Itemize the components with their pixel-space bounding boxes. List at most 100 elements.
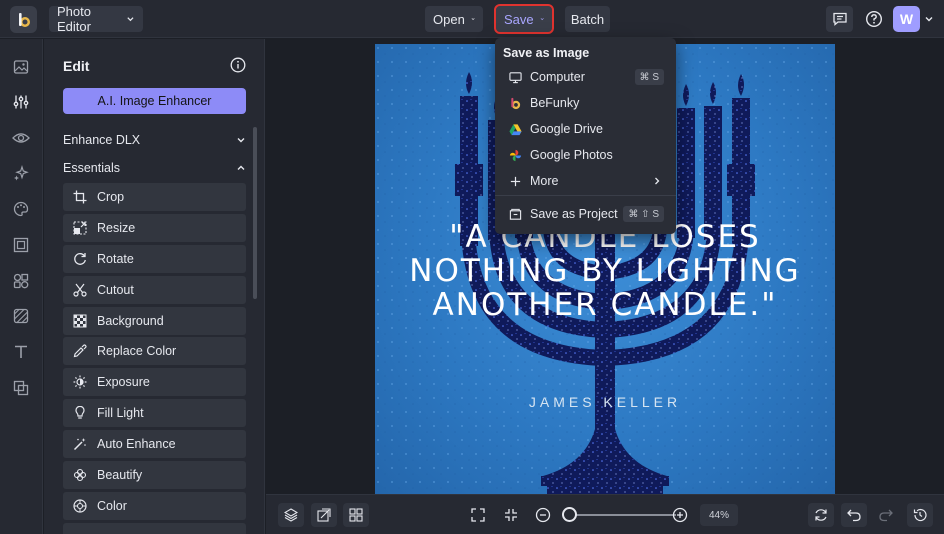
undo-button[interactable]: [841, 503, 867, 527]
save-more-item[interactable]: More: [495, 169, 676, 193]
open-label: Open: [433, 11, 465, 27]
image-manager-icon[interactable]: [11, 57, 31, 77]
save-to-google-drive-item[interactable]: Google Drive: [495, 117, 676, 141]
tool-label: Crop: [97, 190, 125, 204]
app-menu-button[interactable]: Photo Editor: [49, 4, 143, 34]
expand-icon: [471, 508, 485, 522]
tool-background[interactable]: Background: [63, 307, 246, 335]
info-icon[interactable]: [230, 57, 246, 73]
avatar-initial: W: [899, 11, 914, 27]
tool-auto-enhance[interactable]: Auto Enhance: [63, 430, 246, 458]
chevron-down-icon: [471, 18, 475, 21]
overlays-icon[interactable]: [11, 378, 31, 398]
redo-button[interactable]: [873, 503, 899, 527]
chevron-right-icon: [655, 177, 660, 185]
exposure-icon: [73, 375, 87, 389]
reset-button[interactable]: [808, 503, 834, 527]
save-menu: Save as Image Computer ⌘ S BeFunky Googl…: [495, 38, 676, 234]
google-drive-icon: [509, 123, 522, 135]
zoom-level[interactable]: 44%: [700, 504, 738, 526]
tool-label: Exposure: [97, 375, 150, 389]
compare-button[interactable]: [311, 503, 337, 527]
eyedropper-icon: [73, 344, 87, 358]
layers-button[interactable]: [278, 503, 304, 527]
edit-sliders-icon[interactable]: [11, 92, 31, 112]
graphics-shapes-icon[interactable]: [11, 271, 31, 291]
tool-color[interactable]: Color: [63, 492, 246, 520]
save-button[interactable]: Save: [494, 4, 554, 34]
history-icon: [913, 508, 927, 522]
tool-replace-color[interactable]: Replace Color: [63, 337, 246, 365]
tool-partial[interactable]: [63, 523, 246, 534]
fit-to-screen-button[interactable]: [465, 503, 491, 527]
artsy-palette-icon[interactable]: [11, 199, 31, 219]
avatar[interactable]: W: [893, 6, 920, 32]
tool-label: Background: [97, 314, 164, 328]
beautify-icon: [73, 468, 87, 482]
zoom-in-icon: [672, 507, 688, 523]
tool-crop[interactable]: Crop: [63, 183, 246, 211]
color-wheel-icon: [73, 499, 87, 513]
zoom-out-icon: [535, 507, 551, 523]
zoom-out-button[interactable]: [530, 503, 556, 527]
menu-item-label: More: [530, 174, 559, 188]
bottom-toolbar: 44%: [266, 494, 944, 534]
crop-icon: [73, 190, 87, 204]
save-to-google-photos-item[interactable]: Google Photos: [495, 143, 676, 167]
effects-sparkle-icon[interactable]: [11, 163, 31, 183]
layers-icon: [284, 508, 298, 522]
panel-scrollbar[interactable]: [253, 127, 257, 299]
text-icon[interactable]: [11, 342, 31, 362]
compare-icon: [317, 508, 331, 522]
quote-author: JAMES KELLER: [528, 394, 682, 410]
chevron-down-icon: [540, 18, 544, 21]
tool-fill-light[interactable]: Fill Light: [63, 399, 246, 427]
section-essentials[interactable]: Essentials: [63, 161, 246, 175]
magic-wand-icon: [73, 438, 86, 451]
comment-icon: [832, 12, 847, 26]
lightbulb-icon: [75, 406, 85, 419]
cutout-icon: [73, 283, 87, 297]
section-enhance-dlx[interactable]: Enhance DLX: [63, 133, 246, 147]
zoom-slider-handle[interactable]: [562, 507, 577, 522]
textures-icon[interactable]: [11, 306, 31, 326]
open-button[interactable]: Open: [425, 6, 483, 32]
project-icon: [509, 208, 522, 220]
google-photos-icon: [509, 149, 522, 161]
save-as-project-item[interactable]: Save as Project ⌘ ⇧ S: [495, 202, 676, 226]
batch-label: Batch: [570, 11, 605, 27]
tool-cutout[interactable]: Cutout: [63, 276, 246, 304]
save-to-befunky-item[interactable]: BeFunky: [495, 91, 676, 115]
tool-label: Color: [97, 499, 127, 513]
menu-item-label: Save as Project: [530, 207, 618, 221]
tool-label: Auto Enhance: [97, 437, 176, 451]
grid-button[interactable]: [343, 503, 369, 527]
ai-image-enhancer-button[interactable]: A.I. Image Enhancer: [63, 88, 246, 114]
save-to-computer-item[interactable]: Computer ⌘ S: [495, 65, 676, 89]
help-button[interactable]: [860, 6, 887, 32]
tool-rotate[interactable]: Rotate: [63, 245, 246, 273]
zoom-slider-track[interactable]: [566, 514, 676, 516]
shortcut-badge: ⌘ S: [634, 69, 664, 85]
history-button[interactable]: [907, 503, 933, 527]
grid-icon: [349, 508, 363, 522]
chevron-down-icon: [127, 17, 134, 22]
tool-beautify[interactable]: Beautify: [63, 461, 246, 489]
batch-button[interactable]: Batch: [565, 6, 610, 32]
tool-resize[interactable]: Resize: [63, 214, 246, 242]
touch-up-eye-icon[interactable]: [11, 128, 31, 148]
resize-icon: [73, 221, 87, 235]
actual-size-button[interactable]: [498, 503, 524, 527]
redo-icon: [879, 509, 893, 522]
top-bar: Photo Editor Open Save Batch W: [0, 0, 944, 38]
zoom-in-button[interactable]: [667, 503, 693, 527]
frames-icon[interactable]: [11, 235, 31, 255]
account-chevron-down-icon[interactable]: [924, 14, 934, 24]
befunky-logo-icon[interactable]: [10, 6, 37, 33]
quote-line: ANOTHER CANDLE.": [432, 287, 778, 323]
tool-exposure[interactable]: Exposure: [63, 368, 246, 396]
befunky-logo-icon: [511, 97, 521, 109]
menu-divider: [495, 195, 676, 196]
help-icon: [865, 10, 882, 28]
comments-button[interactable]: [826, 6, 853, 32]
